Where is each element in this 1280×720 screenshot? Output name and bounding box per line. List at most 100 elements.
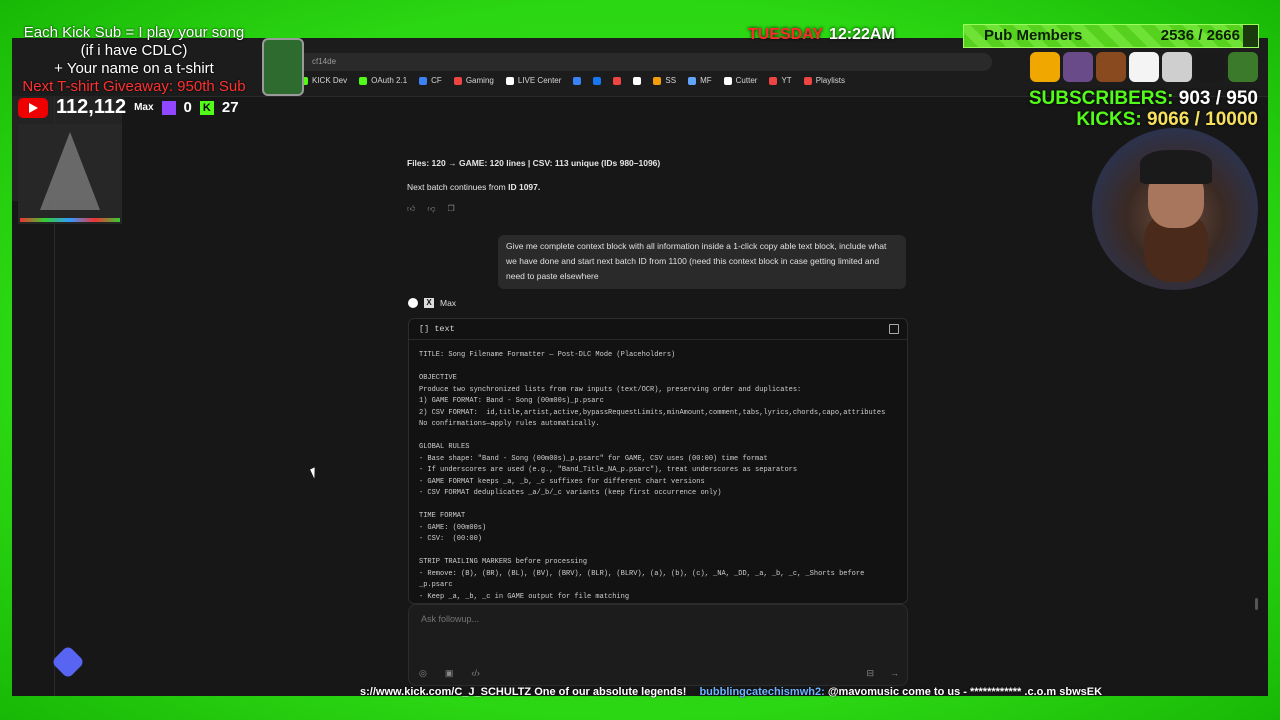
kicks-goal: KICKS: 9066 / 10000 [1029,109,1258,130]
bookmark-label: KICK Dev [312,76,348,85]
user-message: Give me complete context block with all … [498,235,906,289]
bookmark-label: SS [665,76,677,85]
input-right-tools: ⊟ → [866,668,899,679]
plinko-triangle [40,132,100,210]
bookmark-item[interactable]: SS [653,76,676,85]
copy-code-icon[interactable] [889,324,899,334]
subscribers-goal: SUBSCRIBERS: 903 / 950 [1029,88,1258,109]
attach-icon[interactable]: ⊟ [866,668,874,679]
address-bar[interactable]: cf14de [292,53,992,71]
mouse-cursor-icon [310,467,319,479]
thumbs-up-icon[interactable]: 👍︎ [407,204,415,214]
bookmark-icon [419,76,428,85]
name-line: + Your name on a t-shirt [54,60,214,77]
next-batch-line: Next batch continues from ID 1097. [407,182,907,192]
bookmark-icon [359,76,368,85]
pub-members-count: 2536 / 2666 [1160,27,1240,44]
browser-window: cf14de KICK Dev OAuth 2.1 CF Gaming LIVE Cen… [12,38,1268,696]
code-icon[interactable]: ‹/› [471,668,480,679]
youtube-count: 112,112 [56,96,127,118]
jar-icon [262,38,304,96]
bookmark-icon [613,76,622,85]
kick-sub-line1: Each Kick Sub = I play your song [23,24,245,41]
webcam-beanie [1140,150,1212,184]
tshirt-icon [1195,52,1225,82]
bookmark-item[interactable]: LIVE Center [505,76,562,85]
bookmark-label: CF [431,76,442,85]
bookmark-label: YT [781,76,792,85]
send-icon[interactable]: → [890,668,899,679]
tshirt-icon [1162,52,1192,82]
bookmark-label: Gaming [465,76,494,85]
globe-icon[interactable]: ◎ [419,668,427,679]
followup-input[interactable] [419,613,893,625]
bookmark-item[interactable]: Gaming [453,76,494,85]
bookmark-label: MF [700,76,712,85]
tshirt-icon [1096,52,1126,82]
tshirt-icon [1030,52,1060,82]
ticker-user: bubblingcatechismwh2: [699,686,825,698]
bookmark-icon [453,76,462,85]
kicks-value: 9066 / 10000 [1147,109,1258,130]
scrollbar[interactable] [1255,598,1258,610]
kick-icon: K [199,100,214,115]
bookmark-icon [653,76,662,85]
time-label: 12:22AM [828,26,895,43]
pub-members-label: Pub Members [984,27,1083,44]
bookmark-icon [803,76,812,85]
code-content[interactable]: TITLE: Song Filename Formatter — Post-DL… [409,340,907,603]
bookmark-label: Playlists [815,76,846,85]
ticker-text: s://www.kick.com/C_J_SCHULTZ One of our … [360,686,687,698]
bookmark-item[interactable] [613,76,622,85]
bookmark-icon [633,76,642,85]
bookmark-icon [505,76,514,85]
message-actions: 👍︎ 👎︎ ❐ [407,204,907,214]
bookmark-item[interactable] [573,76,582,85]
code-language: text [434,324,455,334]
copy-icon[interactable]: ❐ [448,204,455,214]
tshirt-row [1030,52,1258,82]
kick-count: 27 [221,99,239,116]
bookmark-item[interactable] [633,76,642,85]
chat-ticker: s://www.kick.com/C_J_SCHULTZ One of our … [360,686,1180,698]
code-block: [] text TITLE: Song Filename Formatter —… [408,318,908,604]
webcam-feed [1092,128,1258,290]
bookmark-item[interactable]: CF [419,76,442,85]
bookmark-item[interactable] [593,76,602,85]
bookmark-icon [688,76,697,85]
goal-counters: SUBSCRIBERS: 903 / 950 KICKS: 9066 / 100… [1029,88,1258,130]
image-icon[interactable]: ▣ [445,668,454,679]
bookmark-label: OAuth 2.1 [371,76,408,85]
assistant-name: Max [440,298,457,308]
tshirt-icon [1228,52,1258,82]
bookmark-label: LIVE Center [517,76,562,85]
code-brackets-icon: [] [419,324,430,334]
status-dot-icon [408,298,418,308]
bookmark-item[interactable]: OAuth 2.1 [359,76,407,85]
bookmark-icon [593,76,602,85]
x-logo-icon: X [424,298,434,308]
bookmark-item[interactable]: YT [769,76,792,85]
bookmark-item[interactable]: MF [688,76,712,85]
day-label: TUESDAY [748,26,823,43]
plinko-widget [18,124,122,224]
bookmark-item[interactable]: Playlists [803,76,846,85]
thumbs-down-icon[interactable]: 👎︎ [427,204,435,214]
bookmark-item[interactable]: Cutter [723,76,758,85]
subscribers-value: 903 / 950 [1178,88,1258,109]
code-header: [] text [409,319,907,340]
tshirt-icon [1129,52,1159,82]
kick-sub-line2: (if i have CDLC) [80,42,188,59]
follower-counts: 112,112 Max 0 K 27 [18,96,239,119]
next-batch-id: ID 1097. [508,182,541,192]
bookmark-label: Cutter [735,76,758,85]
kicks-label: KICKS: [1076,109,1142,130]
bookmark-icon [723,76,732,85]
assistant-header: X Max [408,298,456,308]
chat-thread: Files: 120 → GAME: 120 lines | CSV: 113 … [407,158,907,214]
x-count-label: Max [134,102,154,113]
sub-info-overlay: Each Kick Sub = I play your song (if i h… [14,24,254,96]
bookmark-item[interactable]: KICK Dev [300,76,347,85]
bookmark-icon [573,76,582,85]
pub-members-bar: Pub Members 2536 / 2666 [963,24,1259,48]
